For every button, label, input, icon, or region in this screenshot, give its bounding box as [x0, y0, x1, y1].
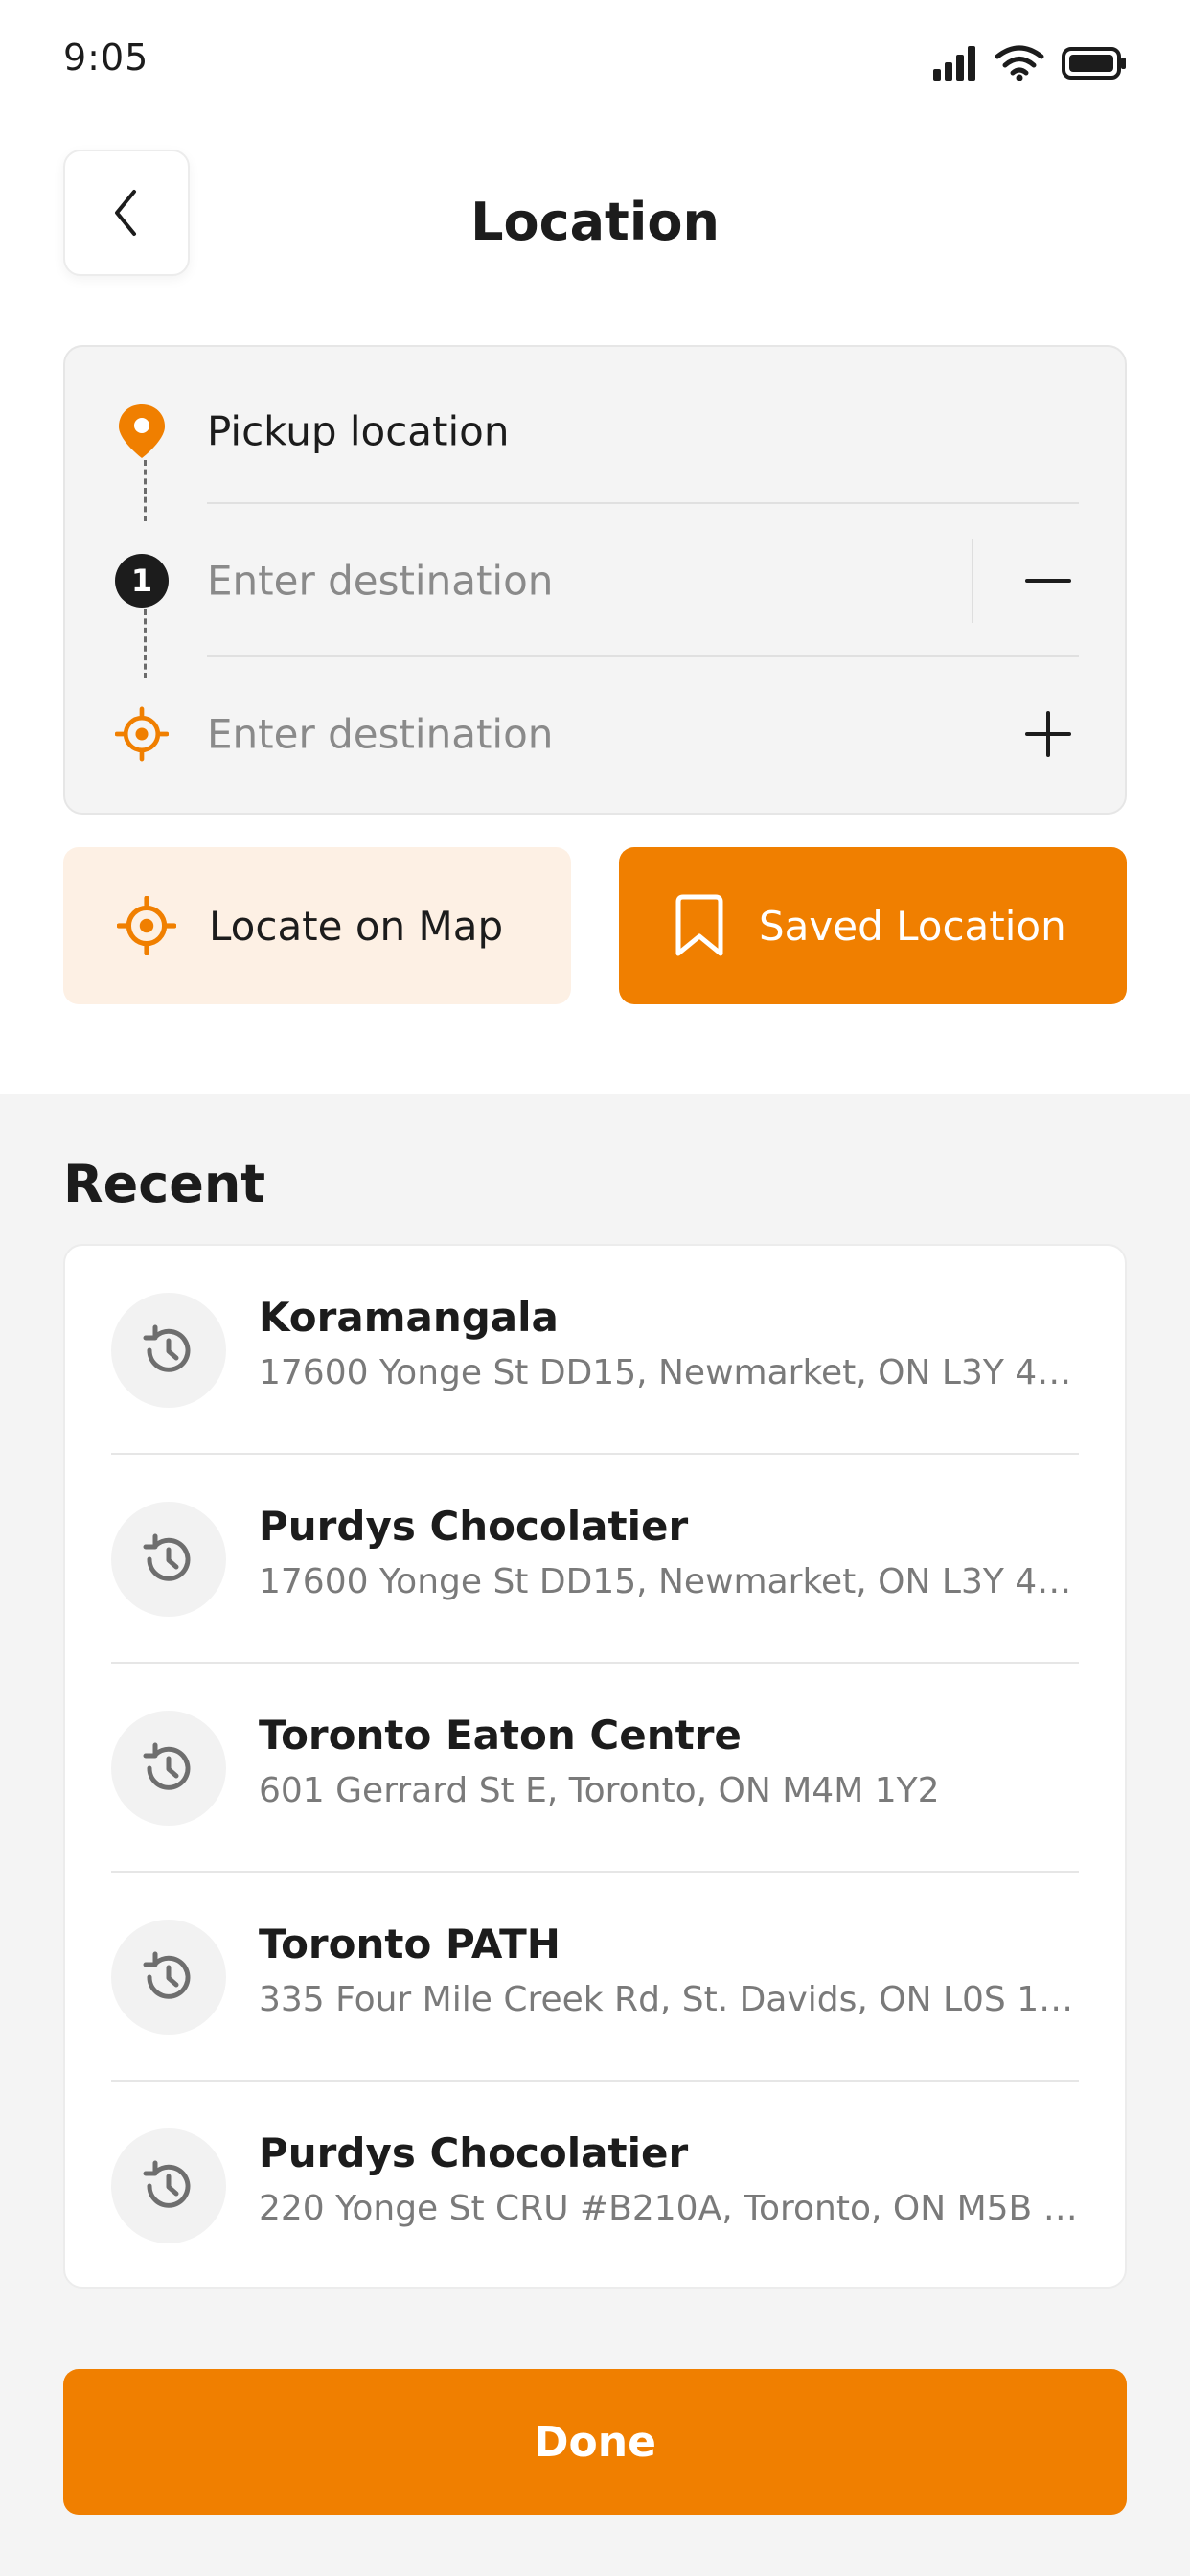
- recent-item[interactable]: Purdys Chocolatier 220 Yonge St CRU #B21…: [65, 2082, 1125, 2287]
- recent-list: Koramangala 17600 Yonge St DD15, Newmark…: [63, 1244, 1127, 2288]
- history-icon: [111, 1293, 226, 1408]
- vertical-divider: [972, 539, 973, 623]
- remove-stop-button[interactable]: [1021, 554, 1075, 608]
- bookmark-icon: [675, 894, 723, 956]
- history-icon: [111, 1920, 226, 2035]
- done-button[interactable]: Done: [63, 2369, 1127, 2515]
- minus-icon: [1025, 579, 1071, 583]
- target-icon: [115, 705, 169, 763]
- recent-item-address: 220 Yonge St CRU #B210A, Toronto, ON M5B…: [259, 2189, 1083, 2228]
- recent-item[interactable]: Purdys Chocolatier 17600 Yonge St DD15, …: [65, 1455, 1125, 1664]
- recent-item-address: 335 Four Mile Creek Rd, St. Davids, ON L…: [259, 1980, 1083, 2019]
- map-pin-icon: [115, 402, 169, 460]
- recent-item-address: 17600 Yonge St DD15, Newmarket, ON L3Y 4…: [259, 1353, 1083, 1392]
- history-icon: [111, 1711, 226, 1826]
- locate-on-map-button[interactable]: Locate on Map: [63, 847, 571, 1004]
- stop-row[interactable]: 1 Enter destination: [65, 504, 1125, 657]
- stop-destination-input[interactable]: Enter destination: [207, 558, 553, 605]
- status-icons: [933, 42, 1127, 84]
- action-buttons: Locate on Map Saved Location: [63, 847, 1127, 1004]
- target-icon: [117, 896, 176, 955]
- recent-item-address: 17600 Yonge St DD15, Newmarket, ON L3Y 4…: [259, 1562, 1083, 1601]
- final-destination-input[interactable]: Enter destination: [207, 711, 553, 758]
- top-panel: 9:05 Location Pickup location 1 Enter de…: [0, 0, 1190, 1094]
- wifi-icon: [995, 45, 1044, 81]
- add-stop-button[interactable]: [1021, 707, 1075, 761]
- page-title: Location: [470, 192, 720, 252]
- stop-number: 1: [115, 554, 169, 608]
- signal-icon: [933, 46, 975, 80]
- stop-number-badge: 1: [115, 552, 169, 610]
- pickup-row[interactable]: Pickup location: [65, 355, 1125, 508]
- status-bar: 9:05: [0, 0, 1190, 125]
- destination-row[interactable]: Enter destination: [65, 657, 1125, 811]
- locate-on-map-label: Locate on Map: [209, 902, 504, 950]
- saved-location-button[interactable]: Saved Location: [619, 847, 1127, 1004]
- saved-location-label: Saved Location: [759, 902, 1066, 950]
- battery-icon: [1062, 47, 1126, 80]
- recent-heading: Recent: [63, 1154, 266, 1214]
- recent-item[interactable]: Toronto Eaton Centre 601 Gerrard St E, T…: [65, 1664, 1125, 1873]
- plus-icon: [1025, 711, 1071, 757]
- recent-item-name: Purdys Chocolatier: [259, 2129, 689, 2176]
- recent-item[interactable]: Toronto PATH 335 Four Mile Creek Rd, St.…: [65, 1873, 1125, 2082]
- status-time: 9:05: [63, 36, 149, 79]
- recent-item-name: Purdys Chocolatier: [259, 1503, 689, 1550]
- recent-item-name: Toronto Eaton Centre: [259, 1712, 742, 1759]
- history-icon: [111, 1502, 226, 1617]
- recent-item-address: 601 Gerrard St E, Toronto, ON M4M 1Y2: [259, 1771, 940, 1810]
- recent-item-name: Koramangala: [259, 1294, 559, 1341]
- route-card: Pickup location 1 Enter destination Ente…: [63, 345, 1127, 815]
- pickup-location-text: Pickup location: [207, 407, 510, 455]
- recent-item[interactable]: Koramangala 17600 Yonge St DD15, Newmark…: [65, 1246, 1125, 1455]
- recent-item-name: Toronto PATH: [259, 1920, 561, 1967]
- history-icon: [111, 2128, 226, 2243]
